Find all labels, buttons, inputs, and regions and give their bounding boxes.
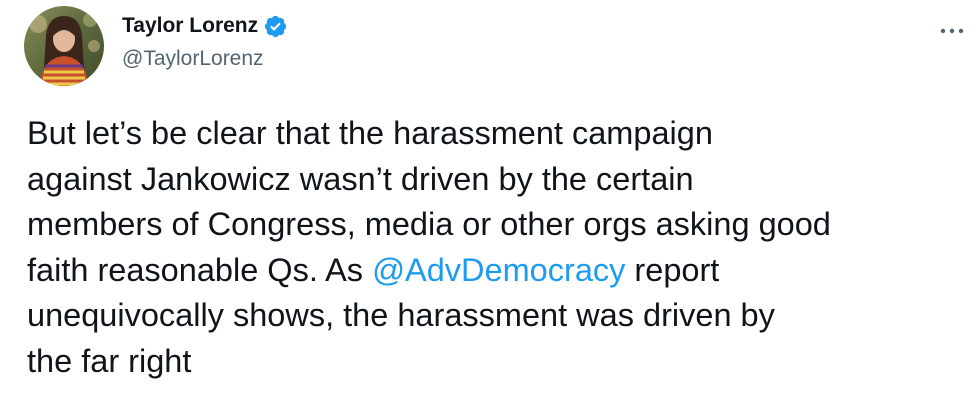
tweet-text-segment: members of Congress, media or other orgs… <box>27 206 831 242</box>
tweet-text-line: the far right <box>27 339 962 385</box>
tweet-text-line: members of Congress, media or other orgs… <box>27 202 962 248</box>
tweet-text-line: unequivocally shows, the harassment was … <box>27 293 962 339</box>
tweet-text-line: But let’s be clear that the harassment c… <box>27 111 962 157</box>
user-handle[interactable]: @TaylorLorenz <box>122 45 288 73</box>
verified-badge-icon <box>263 14 288 39</box>
tweet-text-segment: unequivocally shows, the harassment was … <box>27 297 775 333</box>
tweet-text: But let’s be clear that the harassment c… <box>27 111 962 384</box>
tweet-text-line: faith reasonable Qs. As @AdvDemocracy re… <box>27 248 962 294</box>
tweet-text-segment: the far right <box>27 342 192 379</box>
avatar-photo <box>24 6 104 86</box>
tweet-text-line: against Jankowicz wasn’t driven by the c… <box>27 157 962 203</box>
tweet-card: Taylor Lorenz @TaylorLorenz But let’s be… <box>0 0 980 402</box>
tweet-text-segment: against Jankowicz wasn’t driven by the c… <box>27 160 694 197</box>
name-row: Taylor Lorenz <box>122 12 288 40</box>
mention-link[interactable]: @AdvDemocracy <box>372 252 625 288</box>
display-name[interactable]: Taylor Lorenz <box>122 12 258 40</box>
tweet-text-segment: But let’s be clear that the harassment c… <box>27 115 713 151</box>
tweet-header: Taylor Lorenz @TaylorLorenz <box>122 12 288 73</box>
more-options-icon[interactable] <box>940 22 964 34</box>
tweet-text-segment: report <box>625 251 720 288</box>
tweet-text-segment: faith reasonable Qs. As <box>27 251 373 288</box>
avatar[interactable] <box>24 6 104 86</box>
